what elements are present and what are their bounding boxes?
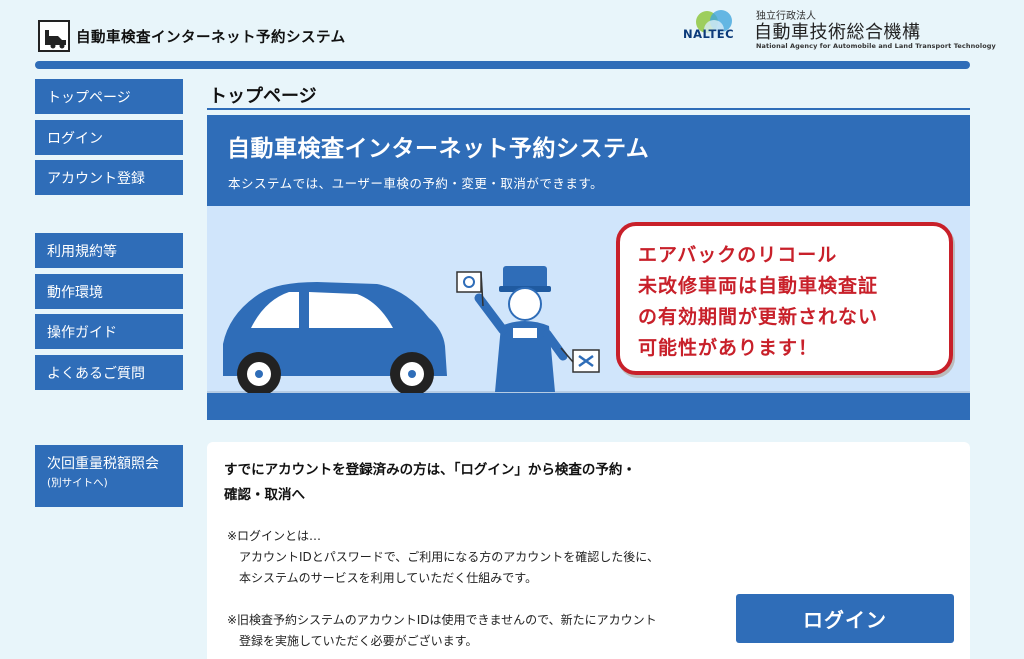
sidebar-item-guide[interactable]: 操作ガイド [35,314,183,349]
lead-line: 確認・取消へ [224,487,305,503]
sidebar-item-weight-tax-label: 次回重量税額照会 [47,456,159,472]
login-lead-text: すでにアカウントを登録済みの方は、「ログイン」から検査の予約・ 確認・取消へ [224,458,636,508]
org-name: 自動車技術総合機構 [754,22,921,43]
login-button[interactable]: ログイン [736,594,954,643]
banner-title: 自動車検査インターネット予約システム [227,136,650,162]
login-explanation: ※ログインとは… アカウントIDとパスワードで、ご利用になる方のアカウントを確認… [227,526,659,589]
note-title: ※ログインとは… [227,529,322,543]
notice-line: の有効期間が更新されない [638,306,879,328]
sidebar-item-terms[interactable]: 利用規約等 [35,233,183,268]
note-line: ※旧検査予約システムのアカウントIDは使用できませんので、新たにアカウント [227,613,657,627]
banner-header: 自動車検査インターネット予約システム 本システムでは、ユーザー車検の予約・変更・… [207,115,970,206]
note-line: 本システムのサービスを利用していただく仕組みです。 [239,571,538,585]
sidebar-item-login[interactable]: ログイン [35,120,183,155]
page-heading: トップページ [207,80,970,110]
site-logo-icon[interactable] [38,20,70,52]
login-info-panel: すでにアカウントを登録済みの方は、「ログイン」から検査の予約・ 確認・取消へ ※… [207,442,970,659]
sidebar-item-weight-tax-sub: (別サイトへ) [47,477,108,490]
note-line: 登録を実施していただく必要がございます。 [239,634,478,648]
notice-line: 未改修車両は自動車検査証 [638,275,879,297]
recall-notice: エアバックのリコール 未改修車両は自動車検査証 の有効期間が更新されない 可能性… [616,222,953,375]
header-divider [35,61,970,69]
sidebar-item-environment[interactable]: 動作環境 [35,274,183,309]
notice-line: 可能性があります！ [638,337,819,359]
notice-line: エアバックのリコール [638,244,838,266]
sidebar-item-weight-tax-inquiry[interactable]: 次回重量税額照会 (別サイトへ) [35,445,183,507]
hero-banner: 自動車検査インターネット予約システム 本システムでは、ユーザー車検の予約・変更・… [207,115,970,420]
sidebar-item-faq[interactable]: よくあるご質問 [35,355,183,390]
naltec-logo-text: NALTEC [683,27,735,41]
org-english-name: National Agency for Automobile and Land … [756,42,996,50]
header: 自動車検査インターネット予約システム NALTEC 独立行政法人 自動車技術総合… [0,0,1024,69]
old-account-notice: ※旧検査予約システムのアカウントIDは使用できませんので、新たにアカウント 登録… [227,610,657,652]
sidebar-item-account-registration[interactable]: アカウント登録 [35,160,183,195]
sidebar-item-top-page[interactable]: トップページ [35,79,183,114]
car-icon [223,282,447,393]
page-title: トップページ [209,86,317,107]
inspector-icon [456,266,600,392]
note-line: アカウントIDとパスワードで、ご利用になる方のアカウントを確認した後に、 [239,550,659,564]
lead-line: すでにアカウントを登録済みの方は、「ログイン」から検査の予約・ [224,462,636,478]
banner-footer-strip [207,393,970,420]
banner-subtitle: 本システムでは、ユーザー車検の予約・変更・取消ができます。 [228,176,604,191]
site-title[interactable]: 自動車検査インターネット予約システム [76,26,346,47]
